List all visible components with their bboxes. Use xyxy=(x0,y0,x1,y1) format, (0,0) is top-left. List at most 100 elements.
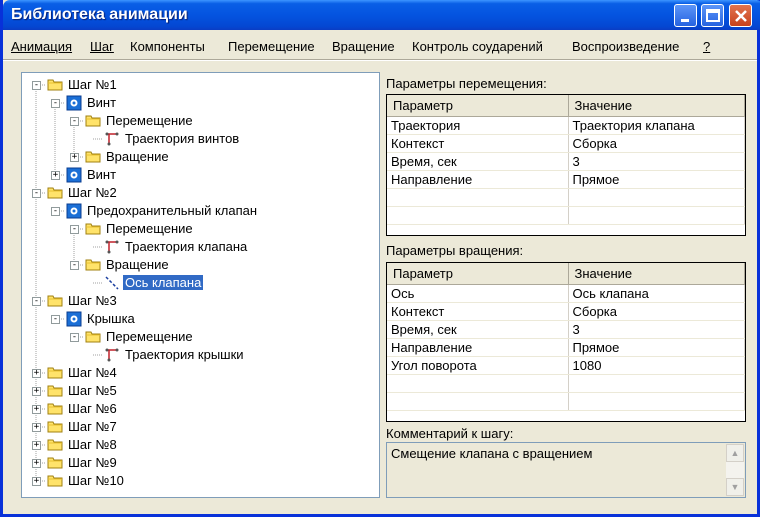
step-comment-field[interactable]: Смещение клапана с вращением ▲ ▼ xyxy=(386,442,746,498)
expand-toggle-icon[interactable]: + xyxy=(32,423,41,432)
tree-node[interactable]: + Винт xyxy=(22,166,379,184)
param-name-cell[interactable]: Траектория xyxy=(387,116,569,135)
tree-node[interactable]: - Шаг №1 xyxy=(22,76,379,94)
menu-rotation[interactable]: Вращение xyxy=(332,39,395,54)
col-header-value[interactable]: Значение xyxy=(568,95,745,117)
expand-toggle-icon[interactable]: + xyxy=(32,441,41,450)
animation-tree[interactable]: - Шаг №1- Винт - Перемещение Траектория винто… xyxy=(21,72,380,498)
grid-row[interactable]: Время, сек 3 xyxy=(387,320,745,339)
menu-animation[interactable]: Анимация xyxy=(11,39,72,54)
menu-playback[interactable]: Воспроизведение xyxy=(572,39,679,54)
tree-node[interactable]: - Шаг №2 xyxy=(22,184,379,202)
param-value-cell[interactable]: Прямое xyxy=(568,338,745,357)
tree-node[interactable]: - Шаг №3 xyxy=(22,292,379,310)
tree-node[interactable]: + Шаг №9 xyxy=(22,454,379,472)
tree-node[interactable]: Траектория крышки xyxy=(22,346,379,364)
tree-node[interactable]: + Шаг №7 xyxy=(22,418,379,436)
expand-toggle-icon[interactable]: + xyxy=(32,405,41,414)
param-name-cell[interactable]: Направление xyxy=(387,338,569,357)
grid-row[interactable] xyxy=(387,392,745,411)
tree-node[interactable]: - Винт xyxy=(22,94,379,112)
minimize-button[interactable] xyxy=(674,4,697,27)
param-name-cell[interactable]: Ось xyxy=(387,284,569,303)
rotation-params-grid[interactable]: Параметр Значение Ось Ось клапана Контекс… xyxy=(386,262,746,422)
grid-row[interactable]: Ось Ось клапана xyxy=(387,284,745,303)
title-bar[interactable]: Библиотека анимации xyxy=(3,0,760,30)
tree-node[interactable]: - Перемещение xyxy=(22,112,379,130)
collapse-toggle-icon[interactable]: - xyxy=(51,207,60,216)
tree-node[interactable]: + Шаг №5 xyxy=(22,382,379,400)
col-header-value[interactable]: Значение xyxy=(568,263,745,285)
expand-toggle-icon[interactable]: + xyxy=(70,153,79,162)
grid-row[interactable]: Угол поворота 1080 xyxy=(387,356,745,375)
param-value-cell[interactable]: Ось клапана xyxy=(568,284,745,303)
menu-step[interactable]: Шаг xyxy=(90,39,114,54)
menu-help[interactable]: ? xyxy=(703,39,710,54)
tree-node[interactable]: Траектория клапана xyxy=(22,238,379,256)
tree-node[interactable]: + Шаг №4 xyxy=(22,364,379,382)
param-name-cell[interactable]: Время, сек xyxy=(387,320,569,339)
param-value-cell[interactable]: Траектория клапана xyxy=(568,116,745,135)
collapse-toggle-icon[interactable]: - xyxy=(51,99,60,108)
grid-row[interactable]: Контекст Сборка xyxy=(387,134,745,153)
param-value-cell[interactable]: 1080 xyxy=(568,356,745,375)
expand-toggle-icon[interactable]: + xyxy=(32,477,41,486)
col-header-param[interactable]: Параметр xyxy=(387,263,569,285)
expand-toggle-icon[interactable]: + xyxy=(32,459,41,468)
col-header-param[interactable]: Параметр xyxy=(387,95,569,117)
grid-row[interactable]: Направление Прямое xyxy=(387,338,745,357)
grid-row[interactable] xyxy=(387,374,745,393)
param-name-cell[interactable] xyxy=(387,188,569,207)
collapse-toggle-icon[interactable]: - xyxy=(70,261,79,270)
scroll-down-icon[interactable]: ▼ xyxy=(726,478,744,496)
expand-toggle-icon[interactable]: + xyxy=(51,171,60,180)
collapse-toggle-icon[interactable]: - xyxy=(51,315,60,324)
tree-node[interactable]: - Вращение xyxy=(22,256,379,274)
param-name-cell[interactable] xyxy=(387,374,569,393)
collapse-toggle-icon[interactable]: - xyxy=(70,117,79,126)
param-value-cell[interactable] xyxy=(568,188,745,207)
collapse-toggle-icon[interactable]: - xyxy=(32,297,41,306)
param-name-cell[interactable]: Контекст xyxy=(387,302,569,321)
collapse-toggle-icon[interactable]: - xyxy=(32,81,41,90)
movement-params-grid[interactable]: Параметр Значение Траектория Траектория к… xyxy=(386,94,746,236)
param-value-cell[interactable]: Сборка xyxy=(568,134,745,153)
menu-components[interactable]: Компоненты xyxy=(130,39,205,54)
menu-collision-control[interactable]: Контроль соударений xyxy=(412,39,543,54)
param-value-cell[interactable]: 3 xyxy=(568,152,745,171)
tree-node[interactable]: - Крышка xyxy=(22,310,379,328)
tree-node[interactable]: + Шаг №8 xyxy=(22,436,379,454)
menu-movement[interactable]: Перемещение xyxy=(228,39,315,54)
param-value-cell[interactable] xyxy=(568,206,745,225)
param-value-cell[interactable]: Прямое xyxy=(568,170,745,189)
param-name-cell[interactable]: Время, сек xyxy=(387,152,569,171)
grid-row[interactable] xyxy=(387,188,745,207)
close-button[interactable] xyxy=(729,4,752,27)
param-name-cell[interactable]: Направление xyxy=(387,170,569,189)
grid-row[interactable]: Направление Прямое xyxy=(387,170,745,189)
collapse-toggle-icon[interactable]: - xyxy=(70,225,79,234)
tree-node[interactable]: Траектория винтов xyxy=(22,130,379,148)
grid-row[interactable]: Контекст Сборка xyxy=(387,302,745,321)
grid-row[interactable]: Траектория Траектория клапана xyxy=(387,116,745,135)
tree-node[interactable]: + Шаг №6 xyxy=(22,400,379,418)
param-value-cell[interactable] xyxy=(568,392,745,411)
param-name-cell[interactable]: Угол поворота xyxy=(387,356,569,375)
collapse-toggle-icon[interactable]: - xyxy=(32,189,41,198)
param-name-cell[interactable] xyxy=(387,392,569,411)
expand-toggle-icon[interactable]: + xyxy=(32,369,41,378)
param-value-cell[interactable]: 3 xyxy=(568,320,745,339)
tree-node[interactable]: - Перемещение xyxy=(22,220,379,238)
param-value-cell[interactable]: Сборка xyxy=(568,302,745,321)
scroll-up-icon[interactable]: ▲ xyxy=(726,444,744,462)
param-name-cell[interactable] xyxy=(387,206,569,225)
tree-node[interactable]: Ось клапана xyxy=(22,274,379,292)
grid-row[interactable] xyxy=(387,206,745,225)
collapse-toggle-icon[interactable]: - xyxy=(70,333,79,342)
tree-node[interactable]: + Вращение xyxy=(22,148,379,166)
grid-row[interactable]: Время, сек 3 xyxy=(387,152,745,171)
param-name-cell[interactable]: Контекст xyxy=(387,134,569,153)
tree-node[interactable]: + Шаг №10 xyxy=(22,472,379,490)
param-value-cell[interactable] xyxy=(568,374,745,393)
expand-toggle-icon[interactable]: + xyxy=(32,387,41,396)
